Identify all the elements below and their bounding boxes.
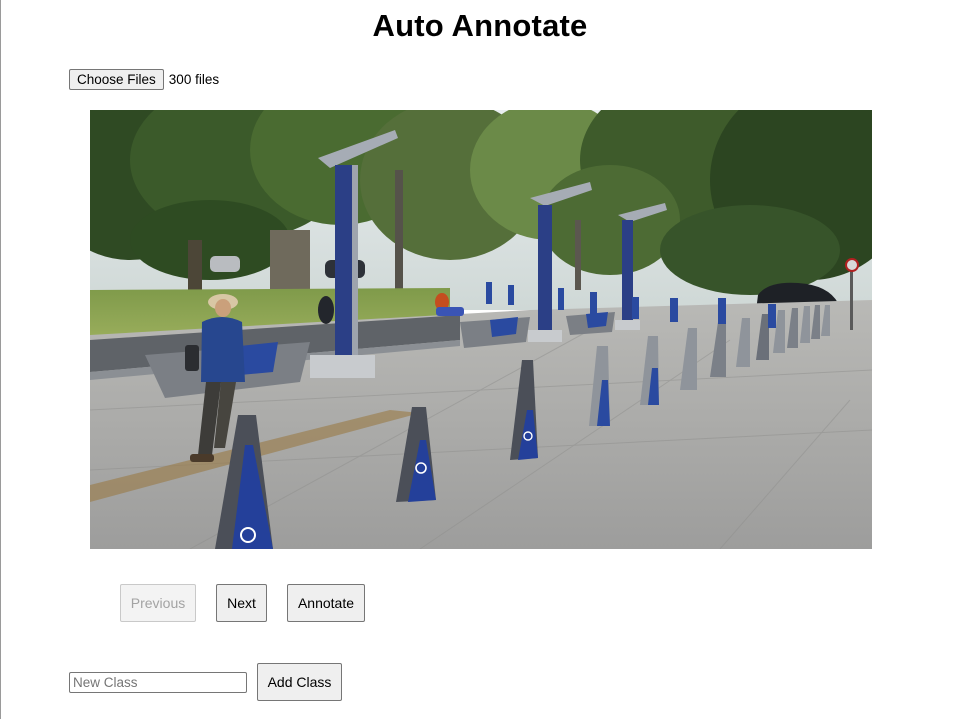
next-button[interactable]: Next <box>216 584 267 622</box>
previous-button[interactable]: Previous <box>120 584 196 622</box>
new-class-input[interactable] <box>69 672 247 693</box>
photo-canvas <box>90 110 872 549</box>
page-title: Auto Annotate <box>372 8 588 43</box>
file-count-text: 300 files <box>168 71 220 87</box>
file-input-row: Choose Files 300 files <box>69 68 219 90</box>
app-frame: Auto Annotate Choose Files 300 files Pre… <box>0 0 958 719</box>
choose-files-button[interactable]: Choose Files <box>69 68 164 90</box>
annotate-button[interactable]: Annotate <box>287 584 365 622</box>
add-class-button[interactable]: Add Class <box>257 663 342 701</box>
annotation-image[interactable] <box>90 110 872 549</box>
